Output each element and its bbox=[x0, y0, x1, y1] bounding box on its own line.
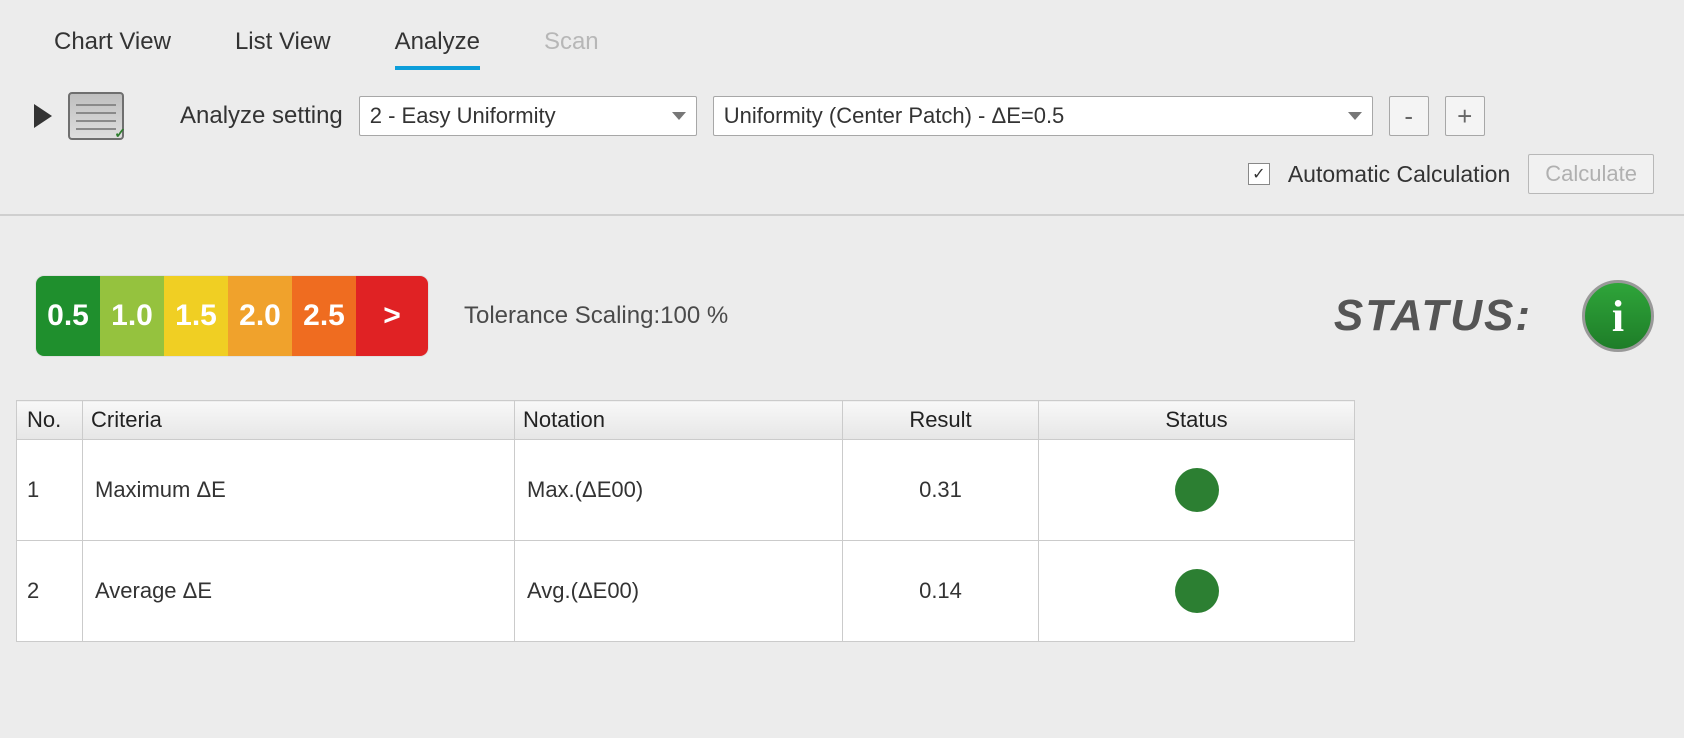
col-no-header[interactable]: No. bbox=[17, 401, 83, 440]
scale-cell: 1.0 bbox=[100, 276, 164, 356]
divider bbox=[0, 214, 1684, 216]
grid-check-icon[interactable] bbox=[68, 92, 124, 140]
info-glyph: i bbox=[1612, 291, 1624, 342]
remove-button[interactable]: - bbox=[1389, 96, 1429, 136]
metric-select[interactable]: Uniformity (Center Patch) - ΔE=0.5 bbox=[713, 96, 1373, 136]
auto-calc-checkbox[interactable]: ✓ bbox=[1248, 163, 1270, 185]
scale-cell: 2.5 bbox=[292, 276, 356, 356]
auto-calc-label: Automatic Calculation bbox=[1288, 161, 1510, 188]
cell-status bbox=[1039, 541, 1355, 642]
tolerance-scaling: Tolerance Scaling:100 % bbox=[464, 302, 728, 330]
cell-no: 2 bbox=[17, 541, 83, 642]
cell-notation: Max.(ΔE00) bbox=[515, 440, 843, 541]
tab-analyze[interactable]: Analyze bbox=[395, 28, 480, 70]
table-row[interactable]: 2 Average ΔE Avg.(ΔE00) 0.14 bbox=[17, 541, 1355, 642]
results-table: No. Criteria Notation Result Status 1 Ma… bbox=[16, 400, 1355, 642]
tolerance-value: 100 % bbox=[660, 302, 728, 329]
cell-no: 1 bbox=[17, 440, 83, 541]
col-status-header[interactable]: Status bbox=[1039, 401, 1355, 440]
table-header-row: No. Criteria Notation Result Status bbox=[17, 401, 1355, 440]
tolerance-scale: 0.5 1.0 1.5 2.0 2.5 > bbox=[36, 276, 428, 356]
scale-cell: 1.5 bbox=[164, 276, 228, 356]
col-criteria-header[interactable]: Criteria bbox=[83, 401, 515, 440]
col-result-header[interactable]: Result bbox=[843, 401, 1039, 440]
scale-cell: 2.0 bbox=[228, 276, 292, 356]
cell-status bbox=[1039, 440, 1355, 541]
cell-result: 0.14 bbox=[843, 541, 1039, 642]
scale-cell: 0.5 bbox=[36, 276, 100, 356]
table-row[interactable]: 1 Maximum ΔE Max.(ΔE00) 0.31 bbox=[17, 440, 1355, 541]
scale-status-row: 0.5 1.0 1.5 2.0 2.5 > Tolerance Scaling:… bbox=[0, 276, 1684, 400]
cell-criteria: Average ΔE bbox=[83, 541, 515, 642]
cell-result: 0.31 bbox=[843, 440, 1039, 541]
cell-notation: Avg.(ΔE00) bbox=[515, 541, 843, 642]
play-icon[interactable] bbox=[34, 104, 52, 128]
tab-scan: Scan bbox=[544, 28, 599, 70]
tab-chart-view[interactable]: Chart View bbox=[54, 28, 171, 70]
tab-list-view[interactable]: List View bbox=[235, 28, 331, 70]
calculate-button[interactable]: Calculate bbox=[1528, 154, 1654, 194]
add-button[interactable]: + bbox=[1445, 96, 1485, 136]
analyze-setting-label: Analyze setting bbox=[180, 102, 343, 130]
chevron-down-icon bbox=[1348, 112, 1362, 120]
results-table-wrap: No. Criteria Notation Result Status 1 Ma… bbox=[16, 400, 1668, 642]
chevron-down-icon bbox=[672, 112, 686, 120]
analyze-setting-value: 2 - Easy Uniformity bbox=[370, 103, 556, 129]
tab-bar: Chart View List View Analyze Scan bbox=[0, 0, 1684, 70]
analyze-toolbar: Analyze setting 2 - Easy Uniformity Unif… bbox=[0, 70, 1684, 140]
col-notation-header[interactable]: Notation bbox=[515, 401, 843, 440]
analyze-setting-select[interactable]: 2 - Easy Uniformity bbox=[359, 96, 697, 136]
cell-criteria: Maximum ΔE bbox=[83, 440, 515, 541]
status-dot-green bbox=[1175, 468, 1219, 512]
status-info-icon[interactable]: i bbox=[1582, 280, 1654, 352]
metric-value: Uniformity (Center Patch) - ΔE=0.5 bbox=[724, 103, 1065, 129]
calc-row: ✓ Automatic Calculation Calculate bbox=[0, 140, 1684, 210]
tolerance-prefix: Tolerance Scaling: bbox=[464, 302, 660, 329]
status-label: STATUS: bbox=[1334, 291, 1532, 341]
status-dot-green bbox=[1175, 569, 1219, 613]
scale-cell: > bbox=[356, 276, 428, 356]
